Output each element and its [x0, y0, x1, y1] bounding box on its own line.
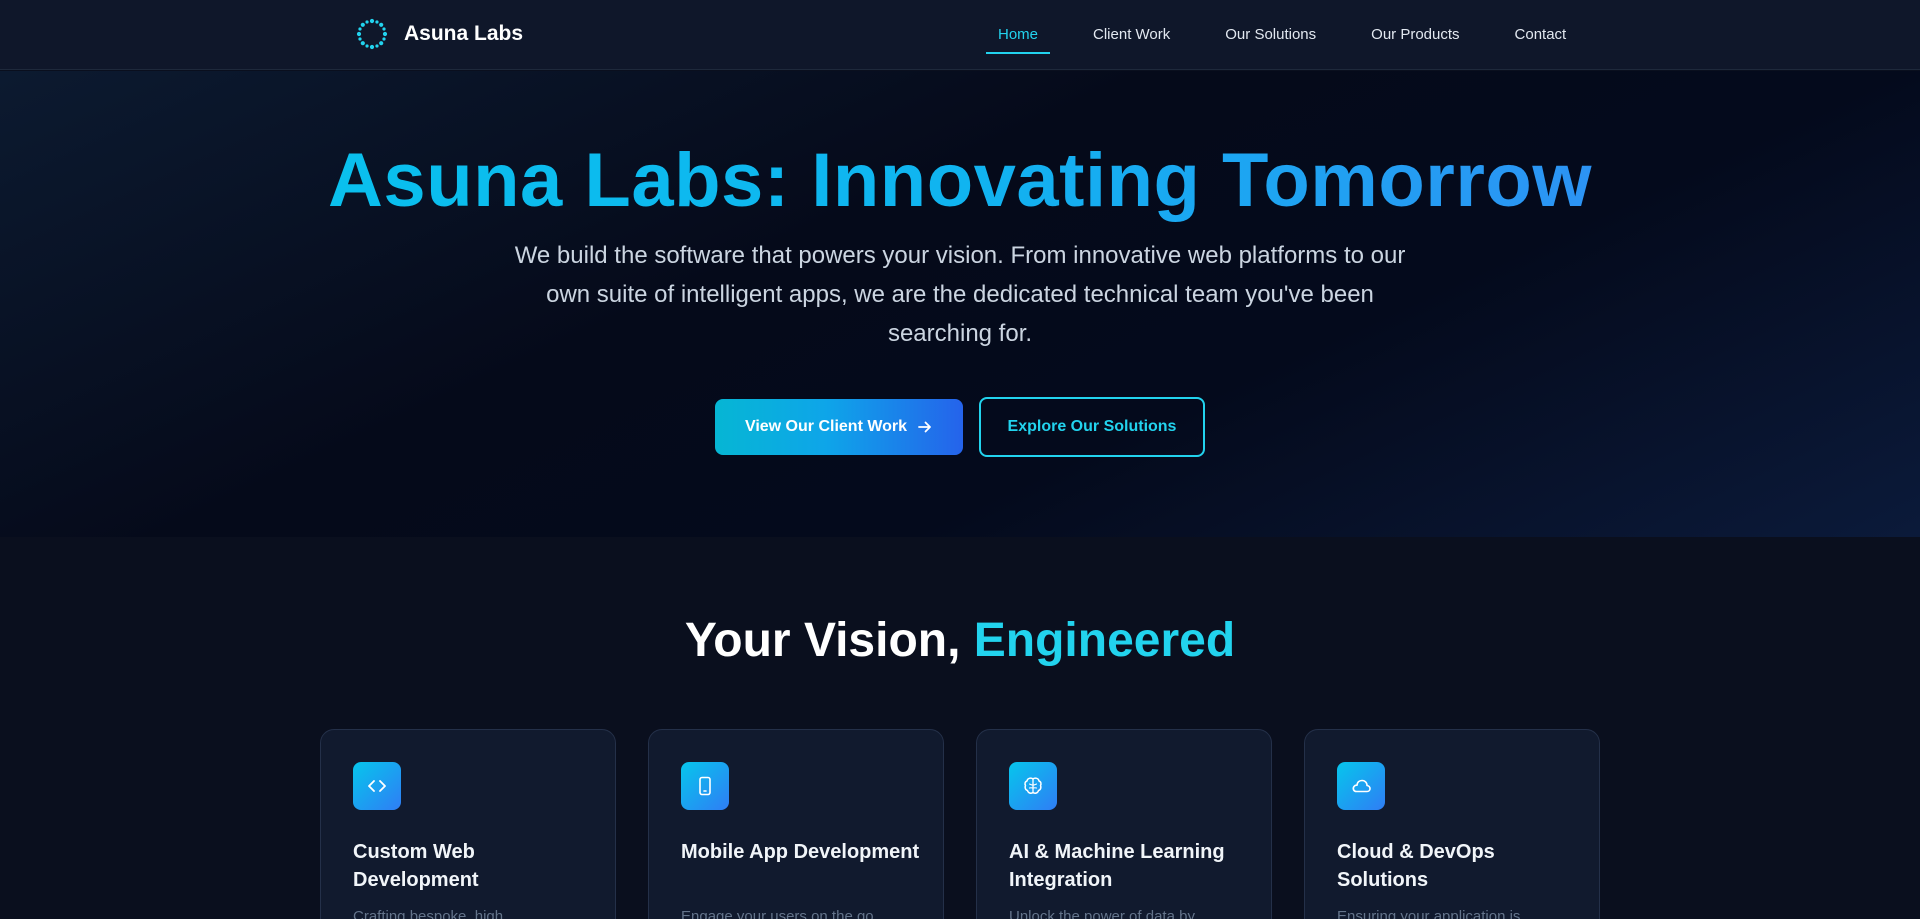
service-card-cloud[interactable]: Cloud & DevOps Solutions Ensuring your a…	[1304, 729, 1600, 919]
logo-dot	[358, 27, 362, 31]
brand-link[interactable]: Asuna Labs	[355, 17, 523, 51]
arrow-right-icon	[918, 421, 931, 433]
explore-solutions-button[interactable]: Explore Our Solutions	[979, 397, 1205, 457]
nav-link-client-work[interactable]: Client Work	[1093, 0, 1170, 70]
nav-link-our-solutions[interactable]: Our Solutions	[1225, 0, 1316, 70]
service-card-title: Mobile App Development	[681, 841, 920, 863]
cloud-icon	[1337, 762, 1385, 810]
logo-dot	[375, 44, 379, 48]
section-title-accent: Engineered	[973, 614, 1236, 667]
section-title: Your Vision, Engineered	[0, 613, 1920, 668]
nav-link-contact[interactable]: Contact	[1515, 0, 1567, 70]
service-card-mobile[interactable]: Mobile App Development Engage your users…	[648, 729, 944, 919]
logo-dot	[365, 44, 369, 48]
nav-links: Home Client Work Our Solutions Our Produ…	[985, 0, 1621, 70]
services-section: Your Vision, Engineered Custom Web Devel…	[0, 537, 1920, 919]
hero-subtitle: We build the software that powers your v…	[514, 242, 1406, 347]
nav-link-home[interactable]: Home	[985, 0, 1051, 70]
logo-dot	[365, 20, 369, 24]
smartphone-icon	[681, 762, 729, 810]
service-card-description: Unlock the power of data by	[1009, 908, 1195, 919]
brain-icon	[1009, 762, 1057, 810]
hero-section: Asuna Labs: Innovating Tomorrow We build…	[0, 71, 1920, 537]
top-navbar: Asuna Labs Home Client Work Our Solution…	[0, 0, 1920, 70]
brand-name: Asuna Labs	[404, 22, 524, 45]
logo-dot	[360, 41, 365, 46]
service-card-title: Cloud & DevOps Solutions	[1337, 841, 1495, 891]
logo-dot	[375, 20, 379, 24]
service-card-web[interactable]: Custom Web Development Crafting bespoke,…	[320, 729, 616, 919]
service-card-ai[interactable]: AI & Machine Learning Integration Unlock…	[976, 729, 1272, 919]
dotted-ring-logo-icon	[356, 18, 388, 50]
service-card-description: Engage your users on the go	[681, 908, 874, 919]
hero-title: Asuna Labs: Innovating Tomorrow	[0, 137, 1920, 224]
logo-dot	[379, 22, 384, 27]
logo-dot	[382, 31, 388, 37]
service-card-title: AI & Machine Learning Integration	[1009, 841, 1225, 891]
logo-dot	[369, 18, 375, 24]
view-client-work-label: View Our Client Work	[744, 418, 908, 435]
logo-dot	[356, 31, 362, 37]
logo-dot	[358, 37, 362, 41]
logo-dot	[379, 41, 384, 46]
service-card-title: Custom Web Development	[353, 841, 479, 891]
logo-dot	[360, 22, 365, 27]
logo-dot	[382, 37, 386, 41]
logo-dot	[382, 27, 386, 31]
service-card-description: Crafting bespoke, high	[353, 908, 504, 919]
logo-dot	[369, 44, 375, 50]
nav-link-our-products[interactable]: Our Products	[1371, 0, 1459, 70]
section-title-main: Your Vision,	[684, 614, 974, 667]
service-card-description: Ensuring your application is	[1337, 908, 1521, 919]
code-icon	[353, 762, 401, 810]
view-client-work-button[interactable]: View Our Client Work	[715, 399, 963, 455]
